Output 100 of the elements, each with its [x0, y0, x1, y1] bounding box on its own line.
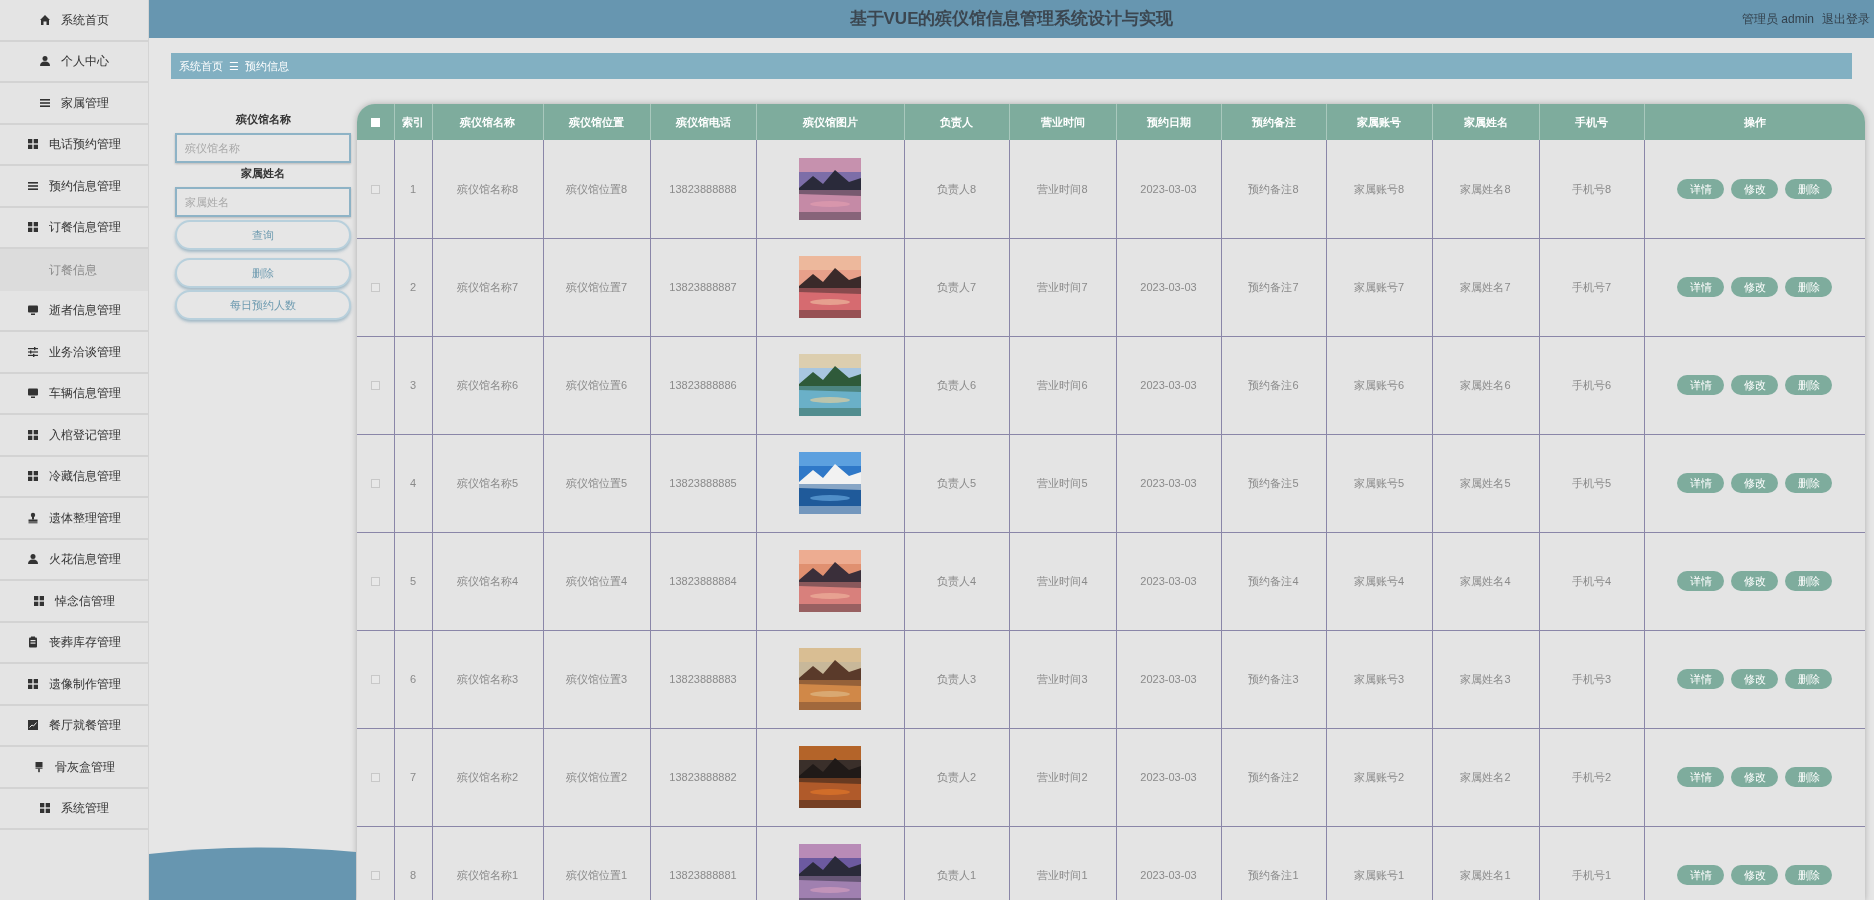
action-button[interactable]: 详情	[1677, 473, 1725, 493]
table-cell: 负责人6	[904, 336, 1009, 434]
action-button[interactable]: 删除	[1785, 669, 1833, 689]
action-button[interactable]: 删除	[1785, 473, 1833, 493]
grid-icon	[27, 470, 39, 483]
table-cell: 13823888883	[650, 630, 756, 728]
action-button[interactable]: 删除	[1785, 865, 1833, 885]
row-checkbox[interactable]	[370, 773, 380, 783]
filter-button[interactable]: 删除	[175, 258, 351, 288]
table-cell: 手机号2	[1539, 728, 1644, 826]
table-cell: 2023-03-03	[1116, 630, 1221, 728]
table-cell: 5	[394, 532, 432, 630]
column-header: 操作	[1644, 104, 1865, 140]
action-button[interactable]: 详情	[1677, 277, 1725, 297]
action-button[interactable]: 修改	[1731, 375, 1779, 395]
action-button[interactable]: 修改	[1731, 571, 1779, 591]
sidebar-item[interactable]: 火花信息管理	[0, 539, 148, 581]
sidebar-item[interactable]: 电话预约管理	[0, 124, 148, 166]
table-cell: 2023-03-03	[1116, 238, 1221, 336]
sidebar-item[interactable]: 入棺登记管理	[0, 415, 148, 457]
action-button[interactable]: 详情	[1677, 571, 1725, 591]
action-button[interactable]: 修改	[1731, 277, 1779, 297]
row-checkbox[interactable]	[370, 479, 380, 489]
action-button[interactable]: 删除	[1785, 571, 1833, 591]
table-cell: 13823888884	[650, 532, 756, 630]
sidebar-item[interactable]: 家属管理	[0, 83, 148, 125]
sidebar-item[interactable]: 系统管理	[0, 788, 148, 830]
action-button[interactable]: 修改	[1731, 767, 1779, 787]
sidebar-item[interactable]: 骨灰盒管理	[0, 747, 148, 789]
table-cell: 殡仪馆位置8	[543, 140, 650, 238]
action-button[interactable]: 删除	[1785, 375, 1833, 395]
table-cell: 预约备注3	[1221, 630, 1326, 728]
action-button[interactable]: 修改	[1731, 865, 1779, 885]
action-button[interactable]: 修改	[1731, 473, 1779, 493]
breadcrumb-link[interactable]: 系统首页	[179, 57, 223, 75]
table-cell: 殡仪馆名称5	[432, 434, 543, 532]
monitor-icon	[27, 387, 39, 400]
user-icon	[27, 553, 39, 566]
sidebar-item[interactable]: 系统首页	[0, 0, 148, 42]
row-checkbox[interactable]	[370, 381, 380, 391]
filter-button[interactable]: 每日预约人数	[175, 290, 351, 320]
sidebar-item[interactable]: 个人中心	[0, 41, 148, 83]
sidebar-item[interactable]: 餐厅就餐管理	[0, 705, 148, 747]
sidebar-subitem[interactable]: 订餐信息	[0, 249, 148, 291]
sidebar-item[interactable]: 遗体整理管理	[0, 498, 148, 540]
column-header: 索引	[394, 104, 432, 140]
select-all-checkbox[interactable]	[370, 118, 380, 128]
action-button[interactable]: 删除	[1785, 178, 1833, 199]
sidebar-item[interactable]: 预约信息管理	[0, 166, 148, 208]
column-header: 家属账号	[1326, 104, 1432, 140]
action-button[interactable]: 详情	[1677, 669, 1725, 689]
table-cell: 4	[394, 434, 432, 532]
table-cell: 殡仪馆位置2	[543, 728, 650, 826]
action-button[interactable]: 详情	[1677, 178, 1725, 199]
action-button[interactable]: 修改	[1731, 669, 1779, 689]
table-cell: 负责人7	[904, 238, 1009, 336]
sidebar-item[interactable]: 业务洽谈管理	[0, 332, 148, 374]
action-button[interactable]: 删除	[1785, 277, 1833, 297]
table-cell: 家属姓名1	[1432, 826, 1539, 900]
row-checkbox[interactable]	[370, 675, 380, 685]
table-cell: 负责人8	[904, 140, 1009, 238]
table-cell: 8	[394, 826, 432, 900]
table-cell: 手机号4	[1539, 532, 1644, 630]
sidebar-item[interactable]: 丧葬库存管理	[0, 622, 148, 664]
logout-link[interactable]: 退出登录	[1822, 10, 1870, 28]
sidebar-item[interactable]: 冷藏信息管理	[0, 456, 148, 498]
row-checkbox[interactable]	[370, 185, 380, 195]
filter-button[interactable]: 查询	[175, 220, 351, 250]
action-button[interactable]: 修改	[1731, 178, 1779, 199]
row-checkbox[interactable]	[370, 871, 380, 881]
table-cell: 家属姓名4	[1432, 532, 1539, 630]
table-cell: 手机号3	[1539, 630, 1644, 728]
table-cell: 家属姓名7	[1432, 238, 1539, 336]
sidebar-item[interactable]: 逝者信息管理	[0, 290, 148, 332]
row-checkbox[interactable]	[370, 577, 380, 587]
table-cell: 家属姓名6	[1432, 336, 1539, 434]
breadcrumb-separator: ☰	[229, 58, 239, 74]
table-cell: 殡仪馆名称2	[432, 728, 543, 826]
table-cell: 家属账号6	[1326, 336, 1432, 434]
table-cell: 13823888882	[650, 728, 756, 826]
field-label: 家属姓名	[241, 166, 285, 181]
grid-icon	[27, 428, 39, 441]
action-button[interactable]: 详情	[1677, 767, 1725, 787]
table-cell: 预约备注2	[1221, 728, 1326, 826]
sidebar-item[interactable]: 车辆信息管理	[0, 373, 148, 415]
sidebar-item[interactable]: 悼念信管理	[0, 581, 148, 623]
action-button[interactable]: 详情	[1677, 865, 1725, 885]
table-cell: 手机号6	[1539, 336, 1644, 434]
table-cell: 殡仪馆名称6	[432, 336, 543, 434]
table-cell: 手机号5	[1539, 434, 1644, 532]
grid-icon	[27, 221, 39, 234]
list-icon	[27, 179, 39, 192]
table-cell: 殡仪馆位置7	[543, 238, 650, 336]
sidebar-item[interactable]: 遗像制作管理	[0, 664, 148, 706]
stamp-icon	[27, 511, 39, 524]
row-checkbox[interactable]	[370, 283, 380, 293]
action-button[interactable]: 删除	[1785, 767, 1833, 787]
action-button[interactable]: 详情	[1677, 375, 1725, 395]
table-cell: 2023-03-03	[1116, 140, 1221, 238]
column-header: 殡仪馆图片	[756, 104, 904, 140]
